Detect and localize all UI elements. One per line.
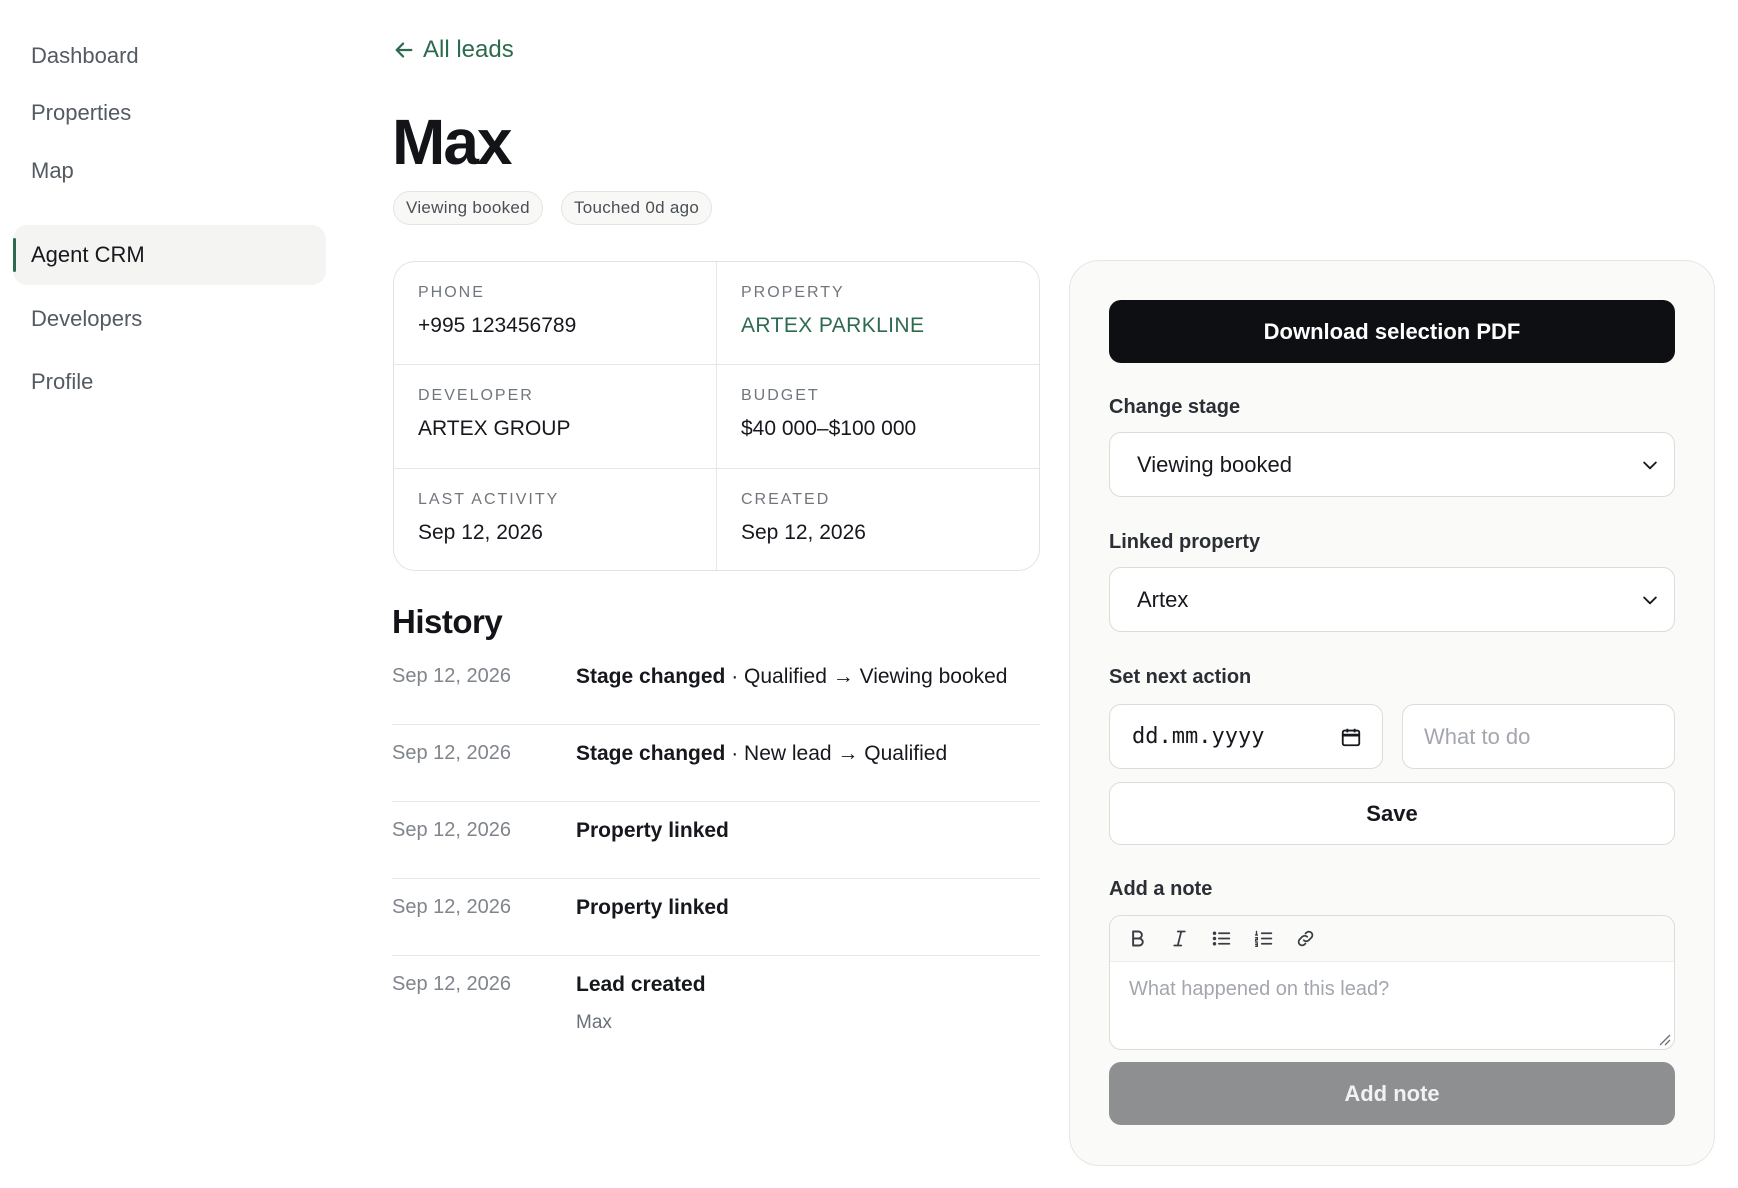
detail-label: Phone bbox=[418, 284, 485, 301]
detail-label: Property bbox=[741, 284, 845, 301]
editor-toolbar bbox=[1110, 916, 1674, 962]
history-event: Property linked bbox=[576, 819, 729, 843]
detail-developer: Developer ARTEX GROUP bbox=[394, 365, 717, 469]
linked-property-value: Artex bbox=[1137, 586, 1189, 612]
add-note-label: Add a note bbox=[1109, 878, 1213, 900]
sidebar-item-label: Profile bbox=[31, 369, 94, 394]
add-note-button[interactable]: Add note bbox=[1109, 1062, 1675, 1125]
next-action-date-input[interactable]: dd.mm.yyyy bbox=[1109, 704, 1383, 769]
date-placeholder: dd.mm.yyyy bbox=[1132, 724, 1265, 749]
link-icon[interactable] bbox=[1294, 927, 1317, 950]
history-date: Sep 12, 2026 bbox=[392, 742, 511, 764]
back-link-label: All leads bbox=[423, 36, 514, 63]
history-date: Sep 12, 2026 bbox=[392, 819, 511, 841]
sidebar-item-properties[interactable]: Properties bbox=[13, 83, 326, 143]
sidebar-item-profile[interactable]: Profile bbox=[13, 352, 326, 412]
sidebar: Dashboard Properties Map Agent CRM Devel… bbox=[0, 0, 340, 1188]
property-link[interactable]: ARTEX PARKLINE bbox=[741, 314, 1017, 338]
history-event: Lead created bbox=[576, 973, 706, 997]
phone-value: +995 123456789 bbox=[418, 314, 577, 337]
detail-property: Property ARTEX PARKLINE bbox=[717, 262, 1039, 365]
history-event-title: Stage changed bbox=[576, 665, 726, 688]
change-stage-label: Change stage bbox=[1109, 396, 1241, 418]
history-date: Sep 12, 2026 bbox=[392, 665, 511, 687]
history-row: Sep 12, 2026 Lead created Max bbox=[392, 956, 1040, 1056]
detail-last-activity: Last activity Sep 12, 2026 bbox=[394, 469, 717, 570]
numbered-list-icon[interactable] bbox=[1252, 927, 1275, 950]
history-row: Sep 12, 2026 Property linked bbox=[392, 802, 1040, 879]
sidebar-item-dashboard[interactable]: Dashboard bbox=[13, 26, 326, 86]
chevron-down-icon bbox=[1643, 596, 1657, 605]
sidebar-item-developers[interactable]: Developers bbox=[13, 289, 326, 349]
detail-phone: Phone +995 123456789 bbox=[394, 262, 717, 365]
sidebar-item-map[interactable]: Map bbox=[13, 141, 326, 201]
note-placeholder: What happened on this lead? bbox=[1129, 978, 1390, 1000]
history-event-title: Property linked bbox=[576, 819, 729, 842]
history-row: Sep 12, 2026 Property linked bbox=[392, 879, 1040, 956]
stage-selected-value: Viewing booked bbox=[1137, 451, 1292, 477]
sidebar-item-agent-crm[interactable]: Agent CRM bbox=[13, 225, 326, 285]
last-activity-value: Sep 12, 2026 bbox=[418, 521, 543, 544]
change-stage-select[interactable]: Viewing booked bbox=[1109, 432, 1675, 497]
history-event-author: Max bbox=[576, 1012, 612, 1033]
lead-badges: Viewing booked Touched 0d ago bbox=[393, 191, 713, 225]
history-date: Sep 12, 2026 bbox=[392, 973, 511, 995]
arrow-left-icon bbox=[395, 42, 413, 58]
history-event-detail: · New lead → Qualified bbox=[725, 742, 948, 765]
lead-actions-panel: Download selection PDF Change stage View… bbox=[1069, 260, 1715, 1166]
sidebar-item-label: Agent CRM bbox=[31, 242, 145, 267]
history-event: Stage changed · New lead → Qualified bbox=[576, 742, 947, 766]
history-row: Sep 12, 2026 Stage changed · New lead → … bbox=[392, 725, 1040, 802]
sidebar-item-label: Developers bbox=[31, 306, 143, 331]
todo-placeholder: What to do bbox=[1424, 723, 1531, 749]
linked-property-label: Linked property bbox=[1109, 531, 1261, 553]
budget-value: $40 000–$100 000 bbox=[741, 417, 917, 440]
sidebar-item-label: Dashboard bbox=[31, 43, 139, 68]
detail-label: Developer bbox=[418, 387, 534, 404]
chevron-down-icon bbox=[1643, 461, 1657, 470]
sidebar-item-label: Properties bbox=[31, 100, 132, 125]
lead-details-card: Phone +995 123456789 Property ARTEX PARK… bbox=[393, 261, 1040, 571]
back-to-all-leads-link[interactable]: All leads bbox=[393, 36, 514, 64]
italic-icon[interactable] bbox=[1168, 927, 1191, 950]
history-row: Sep 12, 2026 Stage changed · Qualified →… bbox=[392, 648, 1040, 725]
created-value: Sep 12, 2026 bbox=[741, 521, 866, 544]
history-event-title: Property linked bbox=[576, 896, 729, 919]
stage-badge: Viewing booked bbox=[393, 191, 543, 225]
detail-label: Last activity bbox=[418, 491, 560, 508]
download-selection-pdf-button[interactable]: Download selection PDF bbox=[1109, 300, 1675, 363]
sidebar-item-label: Map bbox=[31, 158, 74, 183]
linked-property-select[interactable]: Artex bbox=[1109, 567, 1675, 632]
detail-budget: Budget $40 000–$100 000 bbox=[717, 365, 1039, 469]
bullet-list-icon[interactable] bbox=[1210, 927, 1233, 950]
history-title: History bbox=[392, 603, 503, 640]
history-event: Property linked bbox=[576, 896, 729, 920]
calendar-icon[interactable] bbox=[1340, 726, 1362, 748]
history-event-title: Stage changed bbox=[576, 742, 726, 765]
resize-handle-icon[interactable] bbox=[1657, 1032, 1671, 1046]
developer-value: ARTEX GROUP bbox=[418, 417, 571, 440]
touched-badge: Touched 0d ago bbox=[560, 191, 713, 225]
history-date: Sep 12, 2026 bbox=[392, 896, 511, 918]
detail-label: Created bbox=[741, 491, 831, 508]
next-action-text-input[interactable]: What to do bbox=[1402, 704, 1675, 769]
history-event: Stage changed · Qualified → Viewing book… bbox=[576, 665, 1007, 689]
save-next-action-button[interactable]: Save bbox=[1109, 782, 1675, 845]
bold-icon[interactable] bbox=[1126, 927, 1149, 950]
note-editor[interactable]: What happened on this lead? bbox=[1109, 915, 1675, 1050]
detail-label: Budget bbox=[741, 387, 820, 404]
detail-created: Created Sep 12, 2026 bbox=[717, 469, 1039, 570]
history-event-title: Lead created bbox=[576, 973, 706, 996]
next-action-label: Set next action bbox=[1109, 666, 1252, 688]
page-title: Max bbox=[392, 106, 512, 178]
history-event-detail: · Qualified → Viewing booked bbox=[725, 665, 1008, 688]
history-list: Sep 12, 2026 Stage changed · Qualified →… bbox=[392, 648, 1040, 1056]
